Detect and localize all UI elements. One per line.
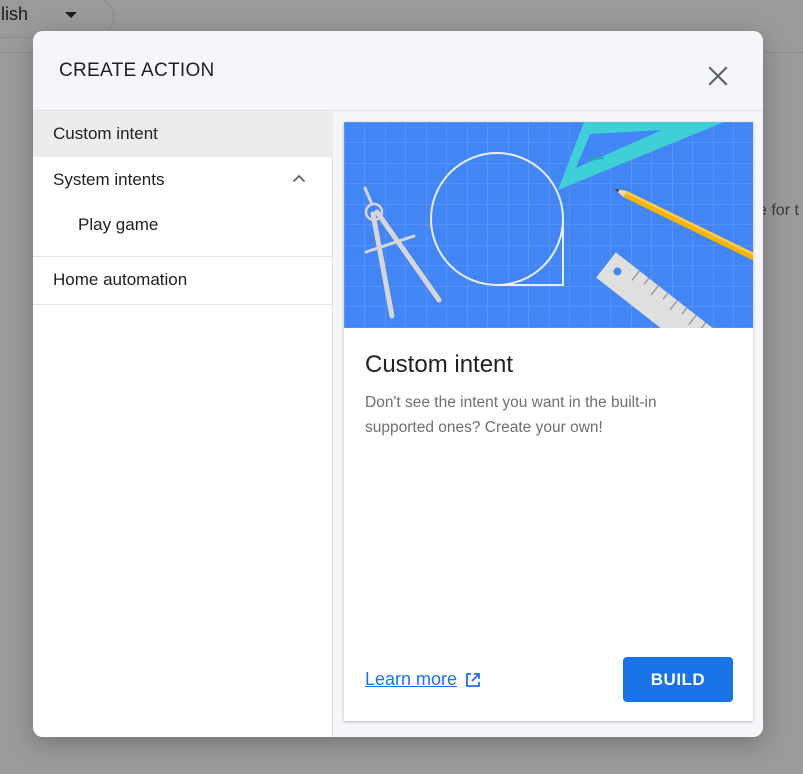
background-text-fragment: e for t [758, 202, 799, 219]
close-icon [708, 66, 728, 86]
card-description: Don't see the intent you want in the bui… [365, 394, 657, 436]
dropdown-caret-icon [65, 12, 77, 18]
sidebar-item-label: Custom intent [53, 124, 158, 143]
intent-card: Custom intent Don't see the intent you w… [344, 122, 753, 721]
sidebar-item-label: Play game [78, 215, 159, 234]
chevron-up-icon[interactable] [292, 174, 306, 183]
dialog-header: CREATE ACTION [33, 31, 763, 111]
sidebar-item-label: Home automation [53, 270, 188, 289]
blueprint-illustration [344, 122, 753, 328]
sidebar-item-home-automation[interactable]: Home automation [33, 258, 333, 305]
create-action-dialog: CREATE ACTION Custom intent System inten… [33, 31, 763, 737]
open-in-new-icon [466, 672, 480, 687]
sidebar-item-custom-intent[interactable]: Custom intent [33, 111, 333, 157]
sidebar-item-label: System intents [53, 170, 165, 189]
close-button[interactable] [699, 57, 737, 95]
sidebar-item-system-intents[interactable]: System intents [33, 157, 333, 203]
dialog-title: CREATE ACTION [59, 60, 215, 81]
learn-more-link[interactable]: Learn more [365, 669, 482, 690]
language-select-value: nglish [0, 4, 29, 24]
build-button[interactable]: BUILD [623, 657, 733, 702]
content-panel: Custom intent Don't see the intent you w… [333, 111, 763, 737]
learn-more-label: Learn more [365, 669, 458, 689]
intent-sidebar: Custom intent System intents Play game H… [33, 111, 333, 737]
sidebar-item-play-game[interactable]: Play game [33, 203, 333, 257]
card-title: Custom intent [365, 351, 514, 378]
